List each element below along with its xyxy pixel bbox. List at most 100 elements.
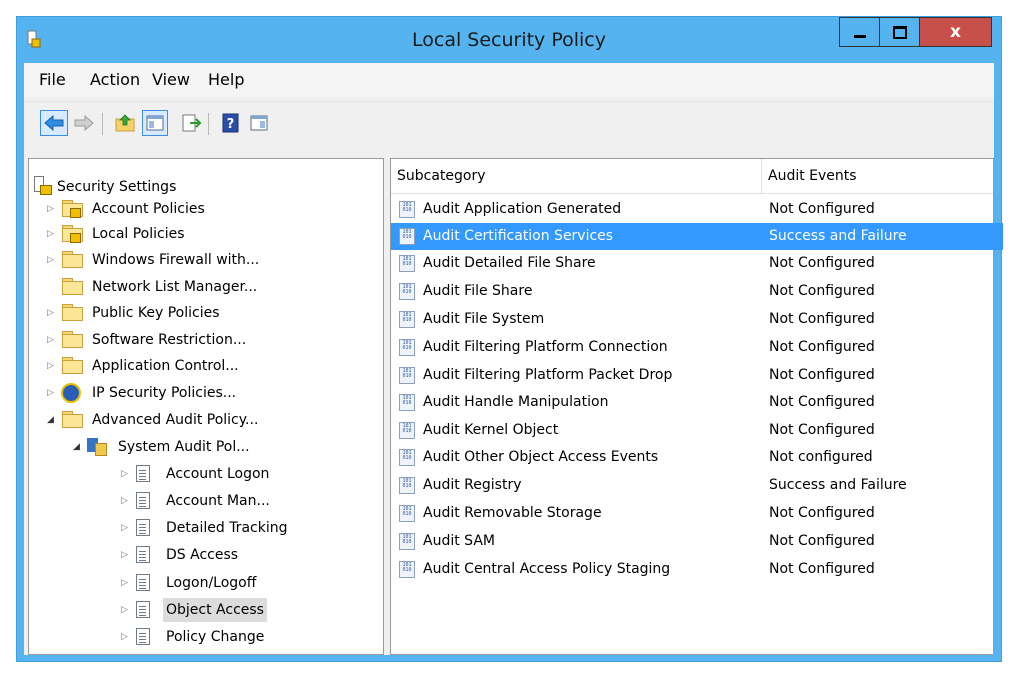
tree-item-label: Local Policies	[92, 226, 185, 242]
folder-icon	[62, 357, 83, 374]
tree-item-object-access[interactable]: ▷ Object Access	[29, 598, 379, 622]
tree-item-logon-logoff[interactable]: ▷ Logon/Logoff	[29, 571, 379, 595]
audit-policy-icon: 101 010	[399, 533, 415, 550]
audit-policy-icon: 101 010	[399, 283, 415, 300]
client-area: File Action View Help ? Security Setting…	[24, 63, 1003, 655]
expand-arrow-icon[interactable]: ▷	[121, 598, 128, 622]
forward-button[interactable]	[73, 112, 95, 134]
row-subcategory: Audit Handle Manipulation	[423, 394, 609, 410]
tree-item-account-management[interactable]: ▷ Account Man...	[29, 489, 379, 513]
maximize-button[interactable]	[880, 17, 920, 47]
tree-item-detailed-tracking[interactable]: ▷ Detailed Tracking	[29, 516, 379, 540]
minimize-button[interactable]	[839, 17, 880, 47]
tree-item-account-logon[interactable]: ▷ Account Logon	[29, 462, 379, 486]
folder-lock-icon	[62, 200, 83, 218]
list-row[interactable]: 101 010 Audit Registry Success and Failur…	[391, 472, 1003, 499]
tree-item-label: Policy Change	[166, 629, 265, 645]
tree-item-label: Security Settings	[57, 179, 177, 195]
folder-icon	[62, 304, 83, 321]
list-row[interactable]: 101 010 Audit Kernel Object Not Configure…	[391, 417, 1003, 444]
tree-item-ds-access[interactable]: ▷ DS Access	[29, 543, 379, 567]
collapse-arrow-icon[interactable]: ◢	[47, 408, 54, 432]
row-audit-events: Success and Failure	[769, 228, 907, 244]
audit-policy-icon: 101 010	[399, 477, 415, 494]
expand-arrow-icon[interactable]: ▷	[47, 248, 54, 272]
tree-item-label: DS Access	[166, 547, 239, 563]
folder-icon	[62, 331, 83, 348]
tree-item-windows-firewall[interactable]: ▷ Windows Firewall with...	[29, 248, 379, 272]
expand-arrow-icon[interactable]: ▷	[121, 625, 128, 649]
tree-item-ip-security-policies[interactable]: ▷ IP Security Policies...	[29, 381, 379, 405]
collapse-arrow-icon[interactable]: ◢	[73, 435, 80, 459]
tree-item-public-key-policies[interactable]: ▷ Public Key Policies	[29, 301, 379, 325]
expand-arrow-icon[interactable]: ▷	[47, 301, 54, 325]
policy-doc-icon	[136, 601, 150, 618]
list-row[interactable]: 101 010 Audit Other Object Access Events …	[391, 444, 1003, 471]
audit-policy-icon: 101 010	[399, 561, 415, 578]
row-subcategory: Audit Filtering Platform Packet Drop	[423, 367, 673, 383]
list-row[interactable]: 101 010 Audit Central Access Policy Stagi…	[391, 556, 1003, 583]
expand-arrow-icon[interactable]: ▷	[47, 381, 54, 405]
tree-item-policy-change[interactable]: ▷ Policy Change	[29, 625, 379, 649]
column-header-subcategory[interactable]: Subcategory	[391, 159, 761, 193]
list-row[interactable]: 101 010 Audit SAM Not Configured	[391, 528, 1003, 555]
expand-arrow-icon[interactable]: ▷	[121, 489, 128, 513]
policy-doc-icon	[136, 574, 150, 591]
show-hide-tree-button[interactable]	[142, 110, 168, 136]
tree-item-application-control[interactable]: ▷ Application Control...	[29, 354, 379, 378]
help-icon: ?	[222, 113, 239, 133]
expand-arrow-icon[interactable]: ▷	[121, 543, 128, 567]
tree-item-label: Object Access	[163, 598, 267, 622]
menu-file[interactable]: File	[39, 63, 66, 97]
row-subcategory: Audit File System	[423, 311, 545, 327]
list-row[interactable]: 101 010 Audit Removable Storage Not Confi…	[391, 500, 1003, 527]
back-button[interactable]	[40, 110, 68, 136]
expand-arrow-icon[interactable]: ▷	[121, 571, 128, 595]
up-folder-button[interactable]	[114, 112, 136, 134]
tree-item-advanced-audit-policy[interactable]: ◢ Advanced Audit Policy...	[29, 408, 379, 432]
folder-icon	[62, 411, 83, 428]
list-row[interactable]: 101 010 Audit Filtering Platform Packet D…	[391, 362, 1003, 389]
list-row[interactable]: 101 010 Audit Handle Manipulation Not Con…	[391, 389, 1003, 416]
tree-item-label: Software Restriction...	[92, 332, 247, 348]
export-list-button[interactable]	[180, 112, 202, 134]
expand-arrow-icon[interactable]: ▷	[47, 197, 54, 221]
audit-policy-icon: 101 010	[399, 367, 415, 384]
console-tree[interactable]: Security Settings ▷ Account Policies ▷ L…	[28, 158, 384, 655]
expand-arrow-icon[interactable]: ▷	[47, 354, 54, 378]
list-row[interactable]: 101 010 Audit File System Not Configured	[391, 306, 1003, 333]
app-window: Local Security Policy x File Action View…	[16, 16, 1003, 662]
list-row[interactable]: 101 010 Audit Application Generated Not C…	[391, 196, 1003, 223]
tree-item-security-settings[interactable]: Security Settings	[29, 173, 379, 197]
list-row-selected[interactable]: 101 010 Audit Certification Services Succ…	[391, 223, 1003, 250]
show-action-pane-button[interactable]	[248, 112, 270, 134]
row-subcategory: Audit Central Access Policy Staging	[423, 561, 671, 577]
row-subcategory: Audit Kernel Object	[423, 422, 559, 438]
column-header-audit-events[interactable]: Audit Events	[762, 159, 993, 193]
help-button[interactable]: ?	[220, 112, 242, 134]
menu-help[interactable]: Help	[208, 63, 244, 97]
title-bar[interactable]: Local Security Policy x	[17, 17, 1001, 63]
tree-item-account-policies[interactable]: ▷ Account Policies	[29, 197, 379, 221]
expand-arrow-icon[interactable]: ▷	[121, 462, 128, 486]
list-row[interactable]: 101 010 Audit Filtering Platform Connecti…	[391, 334, 1003, 361]
tree-item-system-audit-policies[interactable]: ◢ System Audit Pol...	[29, 435, 379, 459]
list-row[interactable]: 101 010 Audit File Share Not Configured	[391, 278, 1003, 305]
tree-item-label: Network List Manager...	[92, 279, 258, 295]
list-row[interactable]: 101 010 Audit Detailed File Share Not Con…	[391, 250, 1003, 277]
svg-text:?: ?	[227, 117, 235, 132]
menu-action[interactable]: Action	[90, 63, 140, 97]
tree-item-local-policies[interactable]: ▷ Local Policies	[29, 222, 379, 246]
results-list[interactable]: Subcategory Audit Events 101 010 Audit Ap…	[390, 158, 1003, 655]
row-subcategory: Audit Registry	[423, 477, 522, 493]
menu-view[interactable]: View	[152, 63, 190, 97]
expand-arrow-icon[interactable]: ▷	[47, 328, 54, 352]
row-subcategory: Audit Certification Services	[423, 228, 614, 244]
tree-item-network-list-manager[interactable]: Network List Manager...	[29, 275, 379, 299]
expand-arrow-icon[interactable]: ▷	[121, 516, 128, 540]
up-folder-icon	[115, 114, 135, 132]
expand-arrow-icon[interactable]: ▷	[47, 222, 54, 246]
tree-item-software-restriction[interactable]: ▷ Software Restriction...	[29, 328, 379, 352]
close-button[interactable]: x	[920, 17, 992, 47]
tree-item-label: Account Policies	[92, 201, 205, 217]
